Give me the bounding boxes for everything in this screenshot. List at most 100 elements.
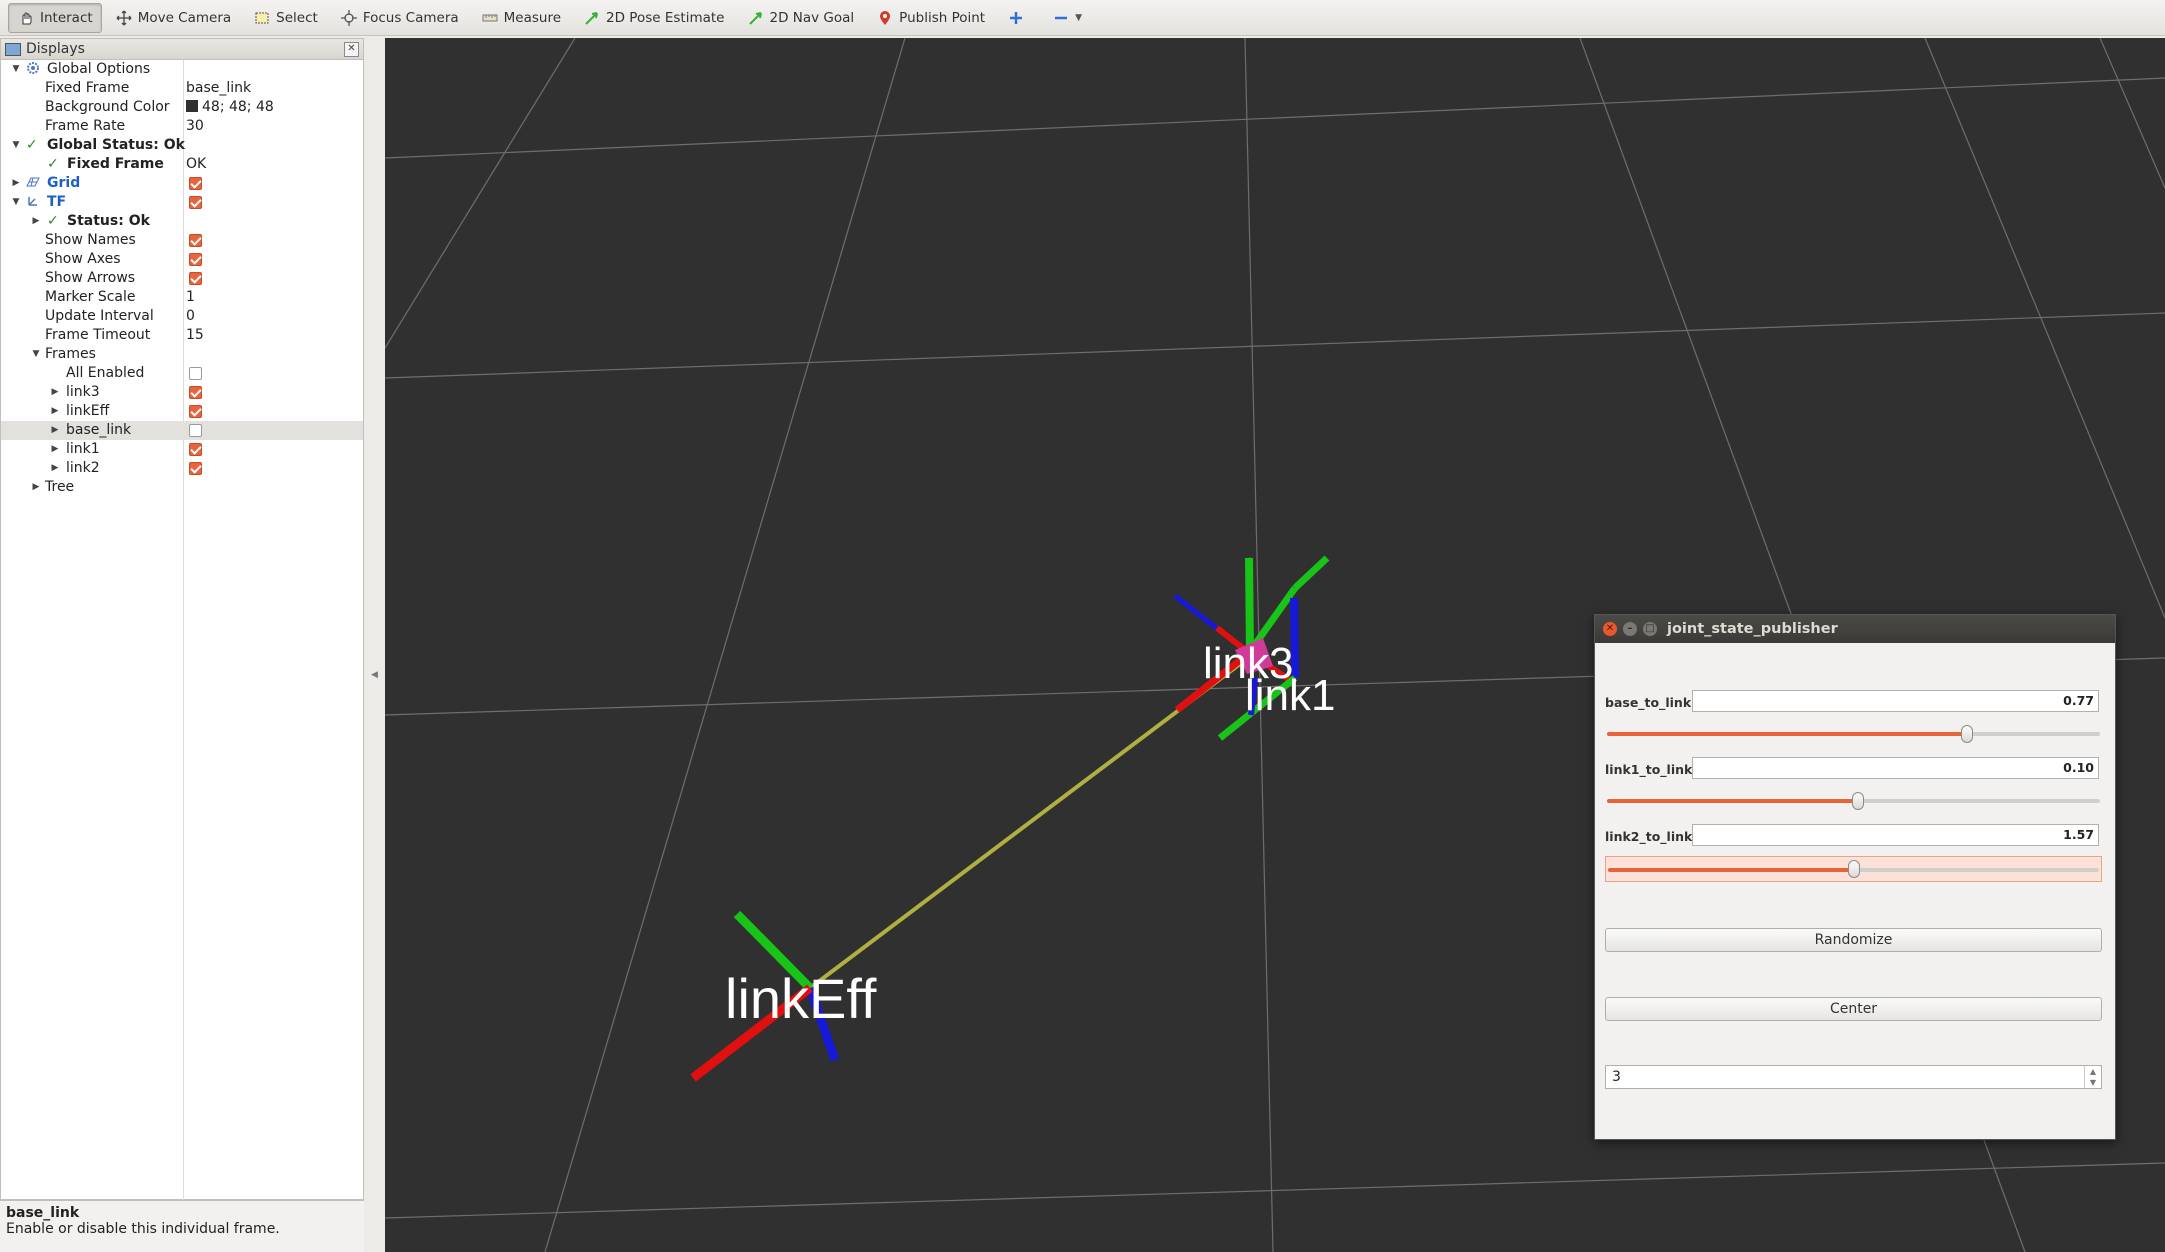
select-tool-button[interactable]: Select xyxy=(244,3,327,33)
measure-tool-label: Measure xyxy=(503,9,562,26)
joint-base-to-link1-label: base_to_link1 xyxy=(1605,695,1700,710)
joint-base-to-link1-slider[interactable] xyxy=(1605,723,2102,745)
expand-arrow-icon[interactable]: ▼ xyxy=(11,136,21,155)
tree-row-grid[interactable]: ▶ Grid xyxy=(1,174,363,193)
frame-timeout-label: Frame Timeout xyxy=(45,327,151,343)
collapse-arrow-icon[interactable]: ▶ xyxy=(50,421,60,440)
interact-tool-button[interactable]: Interact xyxy=(8,2,102,33)
show-axes-checkbox[interactable] xyxy=(189,253,202,266)
frame-link2-label: link2 xyxy=(66,460,100,476)
pose-estimate-tool-button[interactable]: 2D Pose Estimate xyxy=(574,3,733,33)
global-status-label: Global Status: Ok xyxy=(47,137,185,153)
frame-link3-checkbox[interactable] xyxy=(189,386,202,399)
nav-goal-tool-button[interactable]: 2D Nav Goal xyxy=(738,3,864,33)
tree-row-frame-base-link[interactable]: ▶ base_link xyxy=(1,421,363,440)
joint-link1-to-link2-value[interactable]: 0.10 xyxy=(1692,757,2099,779)
tf-icon xyxy=(26,193,40,212)
add-tool-button[interactable] xyxy=(998,3,1039,33)
nav-goal-icon xyxy=(747,9,765,27)
collapse-arrow-icon[interactable]: ▶ xyxy=(31,478,41,497)
tf-status-label: Status: Ok xyxy=(67,213,150,229)
show-names-checkbox[interactable] xyxy=(189,234,202,247)
randomize-button[interactable]: Randomize xyxy=(1605,928,2102,952)
background-color-value[interactable]: 48; 48; 48 xyxy=(186,98,274,117)
fixed-frame-value[interactable]: base_link xyxy=(186,79,251,98)
measure-tool-button[interactable]: Measure xyxy=(472,3,570,33)
tree-row-frame-link2[interactable]: ▶ link2 xyxy=(1,459,363,478)
panel-splitter[interactable]: ◀ xyxy=(364,38,384,1252)
collapse-arrow-icon[interactable]: ▶ xyxy=(50,383,60,402)
tree-row-show-arrows[interactable]: Show Arrows xyxy=(1,269,363,288)
update-interval-value[interactable]: 0 xyxy=(186,307,195,326)
frame-link2-checkbox[interactable] xyxy=(189,462,202,475)
frame-label-link1: link1 xyxy=(1245,671,1336,720)
tree-row-global-status-fixed-frame[interactable]: ✓ Fixed Frame OK xyxy=(1,155,363,174)
move-camera-tool-button[interactable]: Move Camera xyxy=(106,3,240,33)
tree-row-fixed-frame[interactable]: Fixed Frame base_link xyxy=(1,79,363,98)
tree-row-global-options[interactable]: ▼ Global Options xyxy=(1,60,363,79)
frame-base-link-checkbox[interactable] xyxy=(189,424,202,437)
frame-timeout-value[interactable]: 15 xyxy=(186,326,204,345)
check-icon: ✓ xyxy=(26,137,38,153)
frame-linkeff-label: linkEff xyxy=(66,403,110,419)
show-arrows-checkbox[interactable] xyxy=(189,272,202,285)
tree-row-background-color[interactable]: Background Color 48; 48; 48 xyxy=(1,98,363,117)
tree-row-update-interval[interactable]: Update Interval 0 xyxy=(1,307,363,326)
expand-arrow-icon[interactable]: ▼ xyxy=(11,193,21,212)
center-button[interactable]: Center xyxy=(1605,997,2102,1021)
tree-row-show-names[interactable]: Show Names xyxy=(1,231,363,250)
tree-row-frame-rate[interactable]: Frame Rate 30 xyxy=(1,117,363,136)
window-minimize-icon[interactable]: – xyxy=(1623,622,1637,636)
all-enabled-checkbox[interactable] xyxy=(189,367,202,380)
tree-row-frame-linkeff[interactable]: ▶ linkEff xyxy=(1,402,363,421)
focus-camera-tool-button[interactable]: Focus Camera xyxy=(331,3,468,33)
joint-link1-to-link2-slider[interactable] xyxy=(1605,790,2102,812)
collapse-arrow-icon[interactable]: ▶ xyxy=(50,440,60,459)
marker-scale-value[interactable]: 1 xyxy=(186,288,195,307)
tree-row-marker-scale[interactable]: Marker Scale 1 xyxy=(1,288,363,307)
frame-rate-value[interactable]: 30 xyxy=(186,117,204,136)
splitter-arrow-icon[interactable]: ◀ xyxy=(371,670,378,680)
tree-row-all-enabled[interactable]: All Enabled xyxy=(1,364,363,383)
spinbox-arrows-icon[interactable]: ▲ ▼ xyxy=(2084,1066,2101,1088)
remove-tool-button[interactable]: ▼ xyxy=(1043,3,1091,33)
tree-row-frames[interactable]: ▼ Frames xyxy=(1,345,363,364)
tree-row-frame-link1[interactable]: ▶ link1 xyxy=(1,440,363,459)
joint-count-spinbox[interactable]: 3 ▲ ▼ xyxy=(1605,1065,2102,1089)
slider-handle[interactable] xyxy=(1847,860,1860,878)
expand-arrow-icon[interactable]: ▼ xyxy=(31,345,41,364)
tree-row-frame-link3[interactable]: ▶ link3 xyxy=(1,383,363,402)
window-close-icon[interactable]: ✕ xyxy=(1603,622,1617,636)
tree-row-tf[interactable]: ▼ TF xyxy=(1,193,363,212)
property-description-text: Enable or disable this individual frame. xyxy=(6,1221,280,1237)
tree-label: Tree xyxy=(45,479,75,495)
publish-point-tool-button[interactable]: Publish Point xyxy=(867,3,994,33)
tree-row-global-status[interactable]: ▼ ✓ Global Status: Ok xyxy=(1,136,363,155)
tf-enabled-checkbox[interactable] xyxy=(189,196,202,209)
chevron-down-icon: ▼ xyxy=(1075,12,1083,23)
window-maximize-icon[interactable]: □ xyxy=(1643,622,1657,636)
collapse-arrow-icon[interactable]: ▶ xyxy=(50,402,60,421)
tree-row-tf-status[interactable]: ▶ ✓ Status: Ok xyxy=(1,212,363,231)
slider-handle[interactable] xyxy=(1960,725,1973,743)
slider-empty-track xyxy=(1858,799,2100,803)
collapse-arrow-icon[interactable]: ▶ xyxy=(11,174,21,193)
joint-base-to-link1-value[interactable]: 0.77 xyxy=(1692,690,2099,712)
slider-filled-track xyxy=(1607,732,1967,736)
tree-row-tree[interactable]: ▶ Tree xyxy=(1,478,363,497)
joint-link2-to-link3-slider[interactable] xyxy=(1605,856,2102,882)
frame-linkeff-checkbox[interactable] xyxy=(189,405,202,418)
collapse-arrow-icon[interactable]: ▶ xyxy=(31,212,41,231)
tree-row-show-axes[interactable]: Show Axes xyxy=(1,250,363,269)
show-names-label: Show Names xyxy=(45,232,136,248)
tree-row-frame-timeout[interactable]: Frame Timeout 15 xyxy=(1,326,363,345)
joint-link2-to-link3-value[interactable]: 1.57 xyxy=(1692,824,2099,846)
fixed-frame-label: Fixed Frame xyxy=(45,80,130,96)
collapse-arrow-icon[interactable]: ▶ xyxy=(50,459,60,478)
frame-link1-checkbox[interactable] xyxy=(189,443,202,456)
expand-arrow-icon[interactable]: ▼ xyxy=(11,60,21,79)
slider-handle[interactable] xyxy=(1852,792,1865,810)
jsp-titlebar[interactable]: ✕ – □ joint_state_publisher xyxy=(1595,615,2115,643)
grid-enabled-checkbox[interactable] xyxy=(189,177,202,190)
close-icon[interactable]: ✕ xyxy=(344,42,359,57)
